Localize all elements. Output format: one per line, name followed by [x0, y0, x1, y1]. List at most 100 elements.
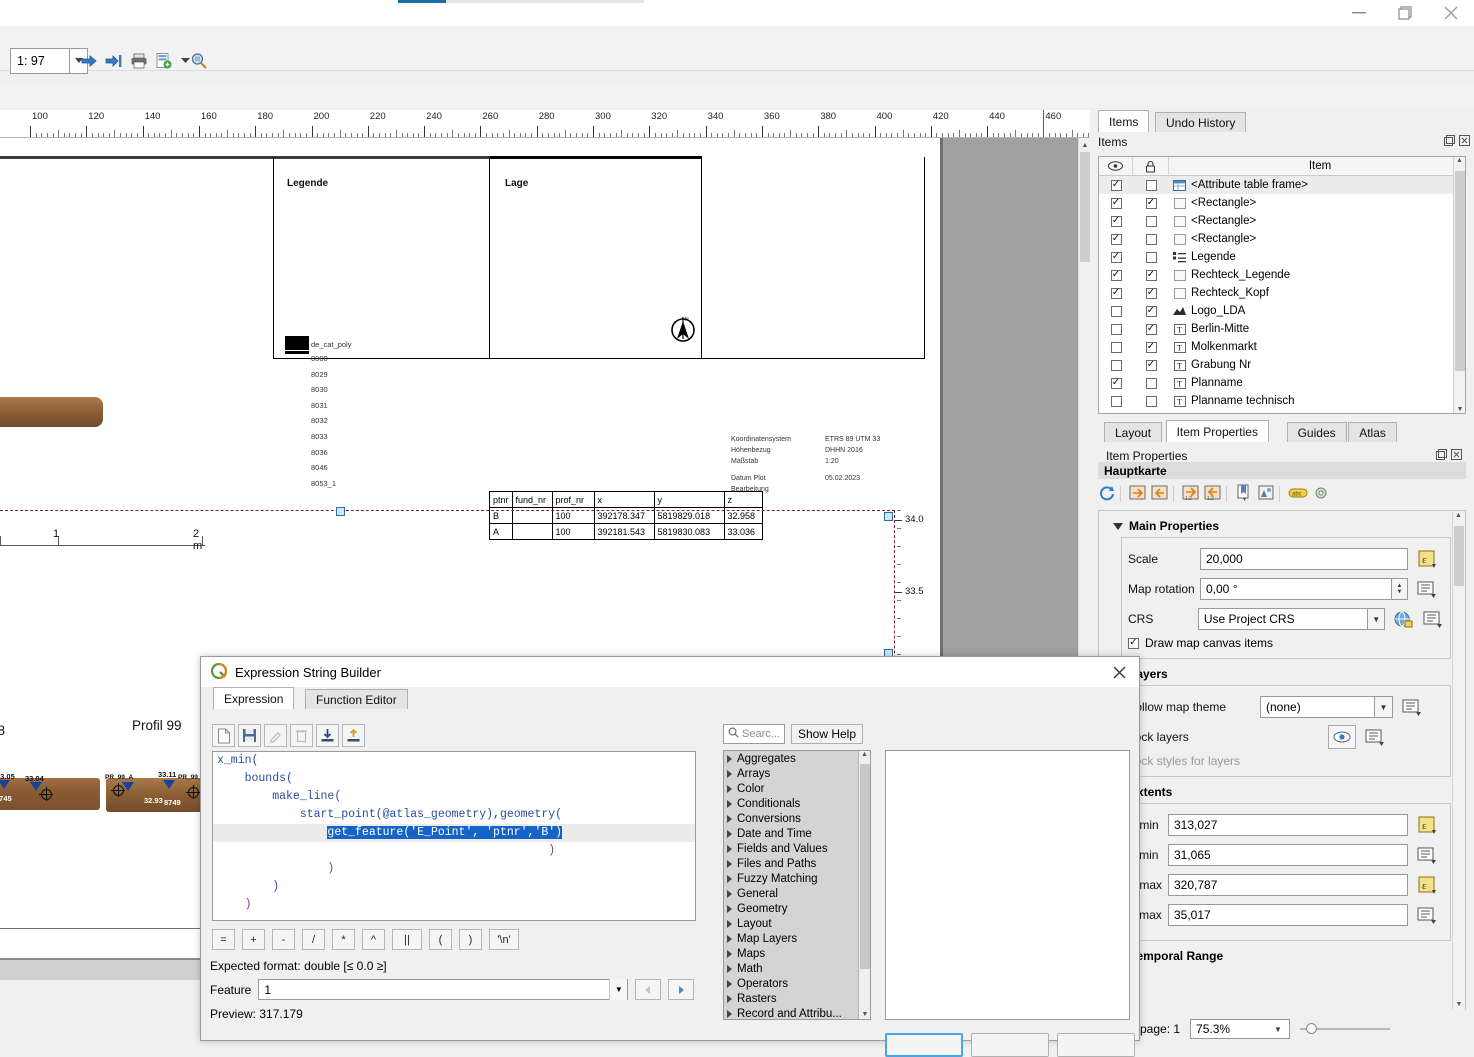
items-list-row[interactable]: ✓ T Berlin-Mitte — [1099, 320, 1465, 338]
function-group-item[interactable]: Layout — [724, 916, 870, 931]
expand-arrow-icon[interactable] — [727, 994, 732, 1003]
expand-arrow-icon[interactable] — [727, 874, 732, 883]
function-group-item[interactable]: Conditionals — [724, 796, 870, 811]
visibility-checkbox[interactable]: ✓ — [1110, 287, 1122, 299]
tab-guides[interactable]: Guides — [1286, 422, 1347, 442]
scroll-up-icon[interactable]: ▲ — [859, 751, 870, 758]
zoom-slider-knob[interactable] — [1306, 1023, 1318, 1034]
help-button[interactable] — [1057, 1033, 1135, 1057]
cancel-button[interactable] — [971, 1033, 1049, 1057]
ymin-input[interactable]: 31,065 — [1168, 844, 1408, 866]
scroll-up-icon[interactable]: ▲ — [1453, 512, 1464, 519]
lock-checkbox[interactable] — [1145, 215, 1157, 227]
expand-arrow-icon[interactable] — [727, 829, 732, 838]
zoom-level-combo[interactable]: 75.3% ▼ — [1190, 1019, 1291, 1039]
ok-button[interactable] — [885, 1033, 963, 1057]
set-canvas-scale-icon[interactable]: 1:2 — [1204, 484, 1222, 505]
show-help-button[interactable]: Show Help — [791, 724, 863, 744]
items-list-row[interactable]: ✓ <Rectangle> — [1099, 230, 1465, 248]
visibility-checkbox[interactable]: ✓ — [1110, 269, 1122, 281]
data-defined-override-icon[interactable]: ε — [1414, 548, 1438, 570]
data-defined-override-icon[interactable] — [1421, 608, 1444, 630]
scrollbar-thumb[interactable] — [860, 764, 870, 969]
operator-button[interactable]: ^ — [362, 929, 385, 950]
search-input[interactable]: Searc... — [723, 724, 785, 744]
bookmark-icon[interactable] — [1235, 484, 1253, 505]
next-arrow-icon[interactable] — [78, 50, 100, 72]
follow-map-theme-select[interactable]: (none) — [1260, 696, 1375, 718]
set-scale-from-canvas-icon[interactable]: 1:2 — [1182, 484, 1200, 505]
items-list-row[interactable]: T Planname technisch — [1099, 392, 1465, 410]
dialog-tab-function-editor[interactable]: Function Editor — [305, 689, 408, 709]
data-defined-override-icon[interactable] — [1399, 696, 1423, 718]
lock-checkbox[interactable] — [1145, 395, 1157, 407]
items-list-row[interactable]: ✓ <Attribute table frame> — [1099, 176, 1465, 194]
items-list-row[interactable]: ✓ ✓ <Rectangle> — [1099, 194, 1465, 212]
settings-icon[interactable] — [1312, 484, 1330, 505]
data-defined-override-icon[interactable] — [1414, 844, 1438, 866]
items-list-row[interactable]: ✓ ✓ Rechteck_Kopf — [1099, 284, 1465, 302]
expand-arrow-icon[interactable] — [727, 979, 732, 988]
lock-checkbox[interactable] — [1145, 179, 1157, 191]
operator-button[interactable]: + — [242, 929, 265, 950]
visibility-checkbox[interactable]: ✓ — [1110, 233, 1122, 245]
draw-canvas-items-checkbox[interactable]: ✓ — [1128, 637, 1139, 649]
operator-button[interactable]: '\n' — [489, 929, 519, 950]
data-defined-override-icon[interactable]: ε — [1414, 874, 1438, 896]
collapse-triangle-icon[interactable] — [1113, 522, 1123, 530]
export-image-icon[interactable] — [153, 50, 175, 72]
chevron-down-icon[interactable]: ▼ — [609, 979, 628, 1000]
function-group-item[interactable]: Operators — [724, 976, 870, 991]
previous-feature-button[interactable] — [635, 979, 662, 1000]
spinner-buttons[interactable]: ▲ ▼ — [1392, 578, 1408, 600]
main-properties-group-header[interactable]: Main Properties — [1113, 519, 1465, 533]
tab-atlas[interactable]: Atlas — [1348, 422, 1397, 442]
chevron-down-icon[interactable]: ▼ — [1367, 608, 1386, 630]
function-group-item[interactable]: Record and Attribu... — [724, 1006, 870, 1019]
tab-items[interactable]: Items — [1098, 110, 1150, 132]
visibility-checkbox[interactable]: ✓ — [1110, 215, 1122, 227]
operator-button[interactable]: ) — [459, 929, 482, 950]
function-group-item[interactable]: Fuzzy Matching — [724, 871, 870, 886]
tab-undo-history[interactable]: Undo History — [1155, 112, 1247, 132]
items-list-row[interactable]: ✓ T Grabung Nr — [1099, 356, 1465, 374]
expand-arrow-icon[interactable] — [727, 784, 732, 793]
scroll-down-icon[interactable]: ▼ — [1454, 406, 1465, 413]
function-group-item[interactable]: Date and Time — [724, 826, 870, 841]
items-list-scrollbar[interactable]: ▲ ▼ — [1453, 157, 1465, 413]
visibility-checkbox[interactable]: ✓ — [1110, 377, 1122, 389]
operator-button[interactable]: * — [332, 929, 355, 950]
scroll-down-icon[interactable]: ▼ — [859, 1011, 870, 1018]
data-defined-override-icon[interactable] — [1414, 904, 1438, 926]
layers-icon[interactable] — [1257, 484, 1275, 505]
items-list-row[interactable]: ✓ ✓ Rechteck_Legende — [1099, 266, 1465, 284]
expand-arrow-icon[interactable] — [727, 859, 732, 868]
operator-button[interactable]: - — [272, 929, 295, 950]
function-tree-scrollbar[interactable]: ▲ ▼ — [858, 751, 870, 1019]
feature-select[interactable]: 1 ▼ — [258, 979, 629, 1000]
lock-checkbox[interactable]: ✓ — [1145, 359, 1157, 371]
import-icon[interactable] — [316, 724, 339, 747]
lock-checkbox[interactable]: ✓ — [1145, 269, 1157, 281]
expand-arrow-icon[interactable] — [727, 769, 732, 778]
export-icon[interactable] — [342, 724, 365, 747]
expand-arrow-icon[interactable] — [727, 799, 732, 808]
lock-checkbox[interactable] — [1145, 251, 1157, 263]
ymax-input[interactable]: 35,017 — [1168, 904, 1408, 926]
tab-item-properties[interactable]: Item Properties — [1165, 420, 1269, 442]
expand-arrow-icon[interactable] — [727, 844, 732, 853]
extents-group-header[interactable]: Extents — [1113, 785, 1465, 799]
next-feature-button[interactable] — [668, 979, 695, 1000]
function-group-item[interactable]: Color — [724, 781, 870, 796]
close-button[interactable] — [1428, 0, 1474, 26]
function-group-item[interactable]: Maps — [724, 946, 870, 961]
lock-checkbox[interactable]: ✓ — [1145, 197, 1157, 209]
expand-arrow-icon[interactable] — [727, 964, 732, 973]
function-group-item[interactable]: Conversions — [724, 811, 870, 826]
last-arrow-icon[interactable] — [103, 50, 125, 72]
visibility-checkbox[interactable] — [1110, 323, 1122, 335]
chevron-down-icon[interactable]: ▼ — [1375, 696, 1393, 718]
scrollbar-thumb[interactable] — [1454, 526, 1464, 586]
operator-button[interactable]: ( — [429, 929, 452, 950]
expression-editor[interactable]: x_min( bounds( make_line( start_point(@a… — [212, 751, 696, 921]
